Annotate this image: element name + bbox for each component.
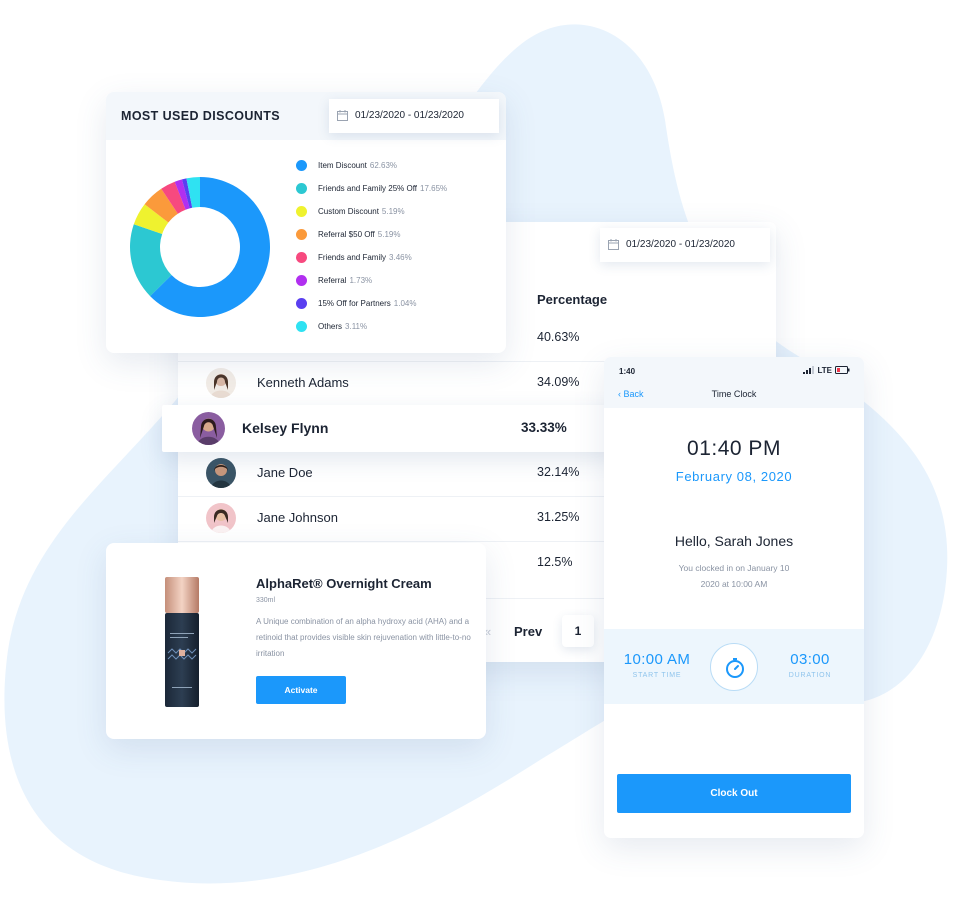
legend-label: Others 3.11% — [318, 322, 367, 331]
legend-label: Referral $50 Off 5.19% — [318, 230, 400, 239]
legend-percentage: 5.19% — [381, 207, 405, 216]
table-row-highlighted[interactable]: Kelsey Flynn 33.33% — [162, 405, 622, 452]
column-header-percentage: Percentage — [537, 292, 608, 307]
legend-percentage: 62.63% — [369, 161, 398, 170]
row-percentage: 12.5% — [537, 555, 573, 569]
legend-swatch — [296, 160, 307, 171]
phone-header — [604, 357, 864, 408]
start-time-value: 10:00 AM — [623, 651, 691, 668]
legend-label-text: Item Discount — [318, 161, 367, 170]
product-size: 330ml — [256, 597, 276, 604]
start-time-label: START TIME — [632, 672, 682, 679]
prev-page-button[interactable]: Prev — [514, 624, 542, 639]
legend-label-text: Friends and Family 25% Off — [318, 184, 418, 193]
legend-label-text: Referral $50 Off — [318, 230, 375, 239]
page-1-button[interactable]: 1 — [562, 615, 594, 647]
avatar — [206, 503, 236, 533]
table-date-range-picker[interactable]: 01/23/2020 - 01/23/2020 — [600, 228, 770, 262]
legend-percentage: 17.65% — [420, 184, 448, 193]
row-percentage: 40.63% — [537, 330, 580, 344]
current-date: February 08, 2020 — [675, 469, 793, 484]
legend-swatch — [296, 229, 307, 240]
donut-chart — [130, 177, 270, 317]
current-time: 01:40 PM — [687, 437, 781, 460]
legend-percentage: 3.46% — [389, 253, 412, 262]
activate-button[interactable]: Activate — [256, 676, 346, 704]
legend-label-text: Friends and Family — [318, 253, 387, 262]
product-description: A Unique combination of an alpha hydroxy… — [256, 617, 471, 658]
legend-percentage: 5.19% — [377, 230, 401, 239]
time-clock-phone-screen: 1:40 LTE ‹ Back Time Clock 01:40 PM Febr… — [604, 357, 864, 838]
legend-label: Friends and Family 3.46% — [318, 253, 412, 262]
status-bar-time: 1:40 — [619, 367, 636, 376]
legend-label-text: Custom Discount — [318, 207, 379, 216]
calendar-icon — [608, 239, 619, 250]
duration-label: DURATION — [788, 672, 832, 679]
screen-title: Time Clock — [711, 389, 757, 399]
card-title: MOST USED DISCOUNTS — [121, 109, 280, 123]
duration-stat: 03:00 DURATION — [765, 651, 855, 679]
product-title: AlphaRet® Overnight Cream — [256, 576, 432, 591]
date-range-text: 01/23/2020 - 01/23/2020 — [355, 110, 464, 121]
clocked-in-line-1: You clocked in on January 10 — [678, 563, 790, 573]
legend-label-text: 15% Off for Partners — [318, 299, 391, 308]
avatar — [206, 368, 236, 398]
status-bar-indicators: LTE — [803, 366, 850, 375]
greeting: Hello, Sarah Jones — [674, 533, 794, 549]
legend-swatch — [296, 206, 307, 217]
legend-swatch — [296, 183, 307, 194]
network-label: LTE — [817, 366, 832, 375]
row-percentage: 33.33% — [521, 420, 567, 435]
clocked-in-info: You clocked in on January 10 2020 at 10:… — [654, 560, 814, 592]
legend-label: Custom Discount 5.19% — [318, 207, 405, 216]
client-name: Kenneth Adams — [257, 375, 349, 390]
legend-label: Referral 1.73% — [318, 276, 372, 285]
legend-swatch — [296, 321, 307, 332]
client-name: Jane Johnson — [257, 510, 338, 525]
legend-label-text: Others — [318, 322, 343, 331]
clocked-in-line-2: 2020 at 10:00 AM — [700, 579, 768, 589]
legend-label: Item Discount 62.63% — [318, 161, 397, 170]
clock-out-button[interactable]: Clock Out — [617, 774, 851, 813]
row-percentage: 34.09% — [537, 375, 580, 389]
legend-percentage: 1.04% — [393, 299, 417, 308]
product-bottle-image — [165, 577, 199, 707]
legend-label-text: Referral — [318, 276, 347, 285]
start-time-stat: 10:00 AM START TIME — [612, 651, 702, 679]
legend-label: Friends and Family 25% Off 17.65% — [318, 184, 447, 193]
calendar-icon — [337, 110, 348, 121]
client-name: Jane Doe — [257, 465, 313, 480]
legend-swatch — [296, 275, 307, 286]
legend-swatch — [296, 252, 307, 263]
product-card: AlphaRet® Overnight Cream 330ml A Unique… — [106, 543, 486, 739]
row-percentage: 32.14% — [537, 465, 580, 479]
avatar — [192, 412, 225, 445]
discounts-date-range-picker[interactable]: 01/23/2020 - 01/23/2020 — [329, 99, 499, 133]
duration-value: 03:00 — [790, 651, 830, 668]
avatar — [206, 458, 236, 488]
battery-icon — [835, 366, 850, 374]
legend-swatch — [296, 298, 307, 309]
signal-icon — [803, 366, 815, 374]
date-range-text: 01/23/2020 - 01/23/2020 — [626, 239, 735, 250]
client-name: Kelsey Flynn — [242, 420, 329, 436]
stopwatch-icon — [710, 643, 758, 691]
row-percentage: 31.25% — [537, 510, 580, 524]
shift-stats: 10:00 AM START TIME 03:00 DURATION — [604, 629, 864, 704]
legend-percentage: 1.73% — [349, 276, 373, 285]
legend-percentage: 3.11% — [345, 322, 368, 331]
legend-label: 15% Off for Partners 1.04% — [318, 299, 416, 308]
